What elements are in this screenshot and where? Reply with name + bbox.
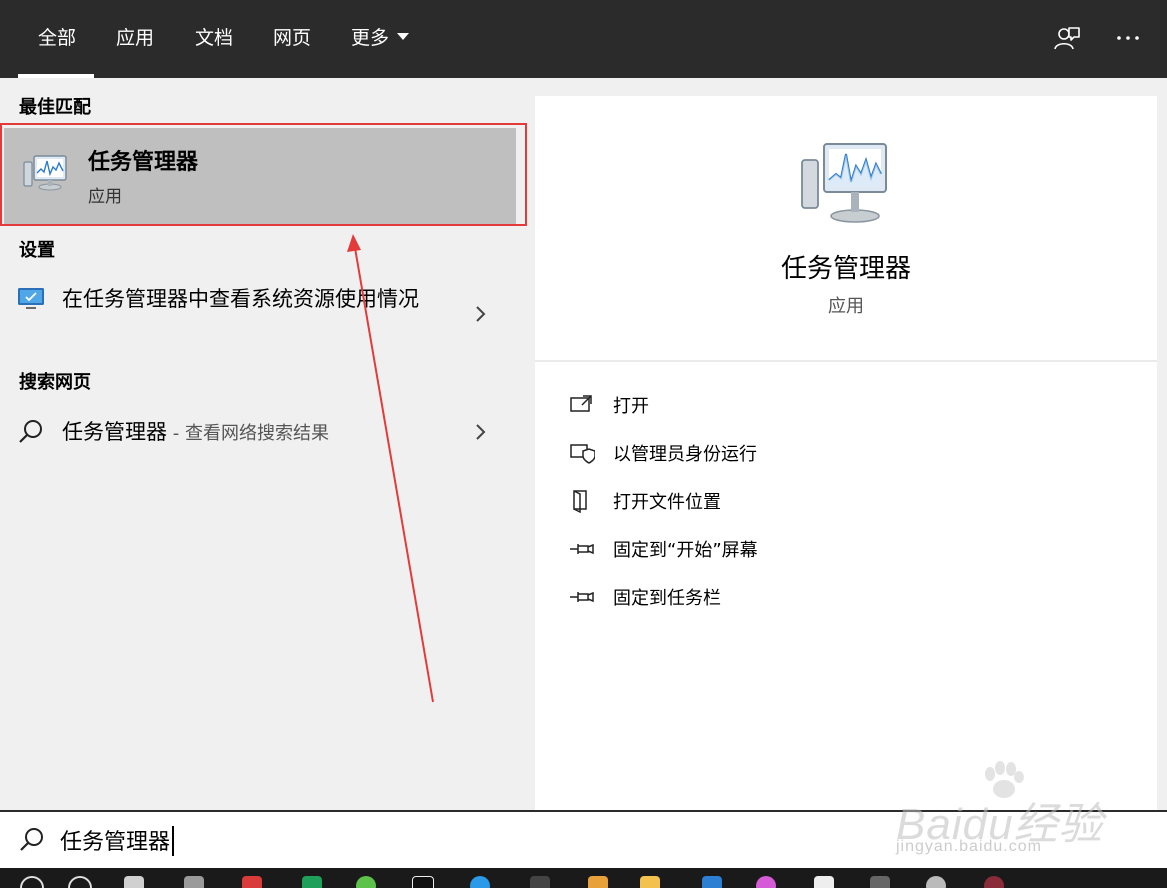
detail-app-type: 应用 [828, 296, 864, 317]
taskbar-app-icon[interactable] [242, 876, 262, 888]
feedback-icon[interactable] [1052, 24, 1082, 54]
shield-icon [570, 444, 595, 464]
action-pin-to-start[interactable]: 固定到“开始”屏幕 [569, 535, 969, 565]
detail-pane: 任务管理器 应用 打开 以管理员身份运行 打开文件位置 固定到“开始”屏幕 固定… [535, 96, 1157, 810]
tab-more-label: 更多 [351, 27, 390, 49]
text-cursor [172, 826, 174, 856]
search-input[interactable] [58, 820, 760, 860]
settings-result-item[interactable]: 在任务管理器中查看系统资源使用情况 [0, 280, 517, 350]
action-run-as-admin[interactable]: 以管理员身份运行 [569, 439, 969, 469]
open-icon [570, 395, 592, 412]
taskbar-app-icon[interactable] [588, 876, 608, 888]
annotation-highlight-box [0, 123, 527, 226]
file-explorer-icon[interactable] [640, 876, 660, 888]
taskbar-app-icon[interactable] [984, 876, 1004, 888]
file-location-icon [573, 490, 587, 513]
action-open-file-location[interactable]: 打开文件位置 [569, 487, 969, 517]
web-search-label: 任务管理器 - 查看网络搜索结果 [62, 417, 462, 449]
web-search-suffix: - 查看网络搜索结果 [167, 423, 329, 444]
action-open[interactable]: 打开 [569, 391, 969, 421]
pin-icon [570, 591, 594, 603]
task-view-icon[interactable] [124, 876, 144, 888]
web-search-heading: 搜索网页 [19, 372, 91, 393]
taskbar-app-icon[interactable] [702, 876, 722, 888]
taskbar-app-icon[interactable] [870, 876, 890, 888]
taskbar-app-icon[interactable] [184, 876, 204, 888]
taskbar-app-icon[interactable] [814, 876, 834, 888]
results-list: 最佳匹配 任务管理器 应用 设置 在任务管理器中查看系统资源使用情况 搜索网页 [0, 78, 527, 810]
best-match-heading: 最佳匹配 [19, 97, 91, 118]
chevron-down-icon [397, 33, 410, 40]
search-taskbar-icon[interactable] [20, 876, 44, 888]
search-scope-bar: 全部 应用 文档 网页 更多 [0, 0, 1167, 78]
tab-more[interactable]: 更多 [351, 0, 410, 78]
taskbar-app-icon[interactable] [302, 876, 322, 888]
detail-app-title: 任务管理器 [780, 254, 911, 284]
web-search-result-item[interactable]: 任务管理器 - 查看网络搜索结果 [0, 412, 517, 454]
cortana-icon[interactable] [68, 876, 92, 888]
task-manager-icon [801, 143, 887, 223]
taskbar-app-icon[interactable] [412, 876, 434, 888]
more-options-icon[interactable] [1114, 24, 1144, 54]
tab-all[interactable]: 全部 [18, 0, 95, 78]
tab-apps[interactable]: 应用 [116, 0, 154, 78]
taskbar-app-icon[interactable] [756, 876, 776, 888]
chevron-right-icon[interactable] [470, 304, 490, 324]
action-open-label: 打开 [613, 396, 649, 417]
taskbar-app-icon[interactable] [356, 876, 376, 888]
settings-heading: 设置 [19, 240, 55, 261]
taskbar-app-icon[interactable] [470, 876, 490, 888]
search-icon [20, 828, 43, 851]
action-open-file-location-label: 打开文件位置 [613, 492, 721, 513]
action-pin-to-start-label: 固定到“开始”屏幕 [613, 540, 758, 561]
taskbar [0, 868, 1167, 888]
tab-web-label: 网页 [273, 27, 312, 49]
action-pin-to-taskbar[interactable]: 固定到任务栏 [569, 583, 969, 613]
monitor-icon [18, 288, 44, 309]
taskbar-app-icon[interactable] [926, 876, 946, 888]
action-pin-to-taskbar-label: 固定到任务栏 [613, 588, 721, 609]
pin-icon [570, 543, 594, 555]
search-icon [19, 420, 42, 443]
tab-apps-label: 应用 [116, 27, 155, 49]
action-run-as-admin-label: 以管理员身份运行 [613, 444, 757, 465]
detail-header: 任务管理器 应用 [535, 96, 1157, 362]
tab-documents[interactable]: 文档 [195, 0, 233, 78]
web-search-query: 任务管理器 [62, 420, 167, 444]
tab-web[interactable]: 网页 [273, 0, 311, 78]
chevron-right-icon[interactable] [470, 422, 490, 442]
settings-result-label: 在任务管理器中查看系统资源使用情况 [62, 287, 419, 311]
search-box [0, 810, 1167, 868]
tab-documents-label: 文档 [195, 27, 234, 49]
taskbar-app-icon[interactable] [530, 876, 550, 888]
tab-all-label: 全部 [38, 27, 77, 49]
